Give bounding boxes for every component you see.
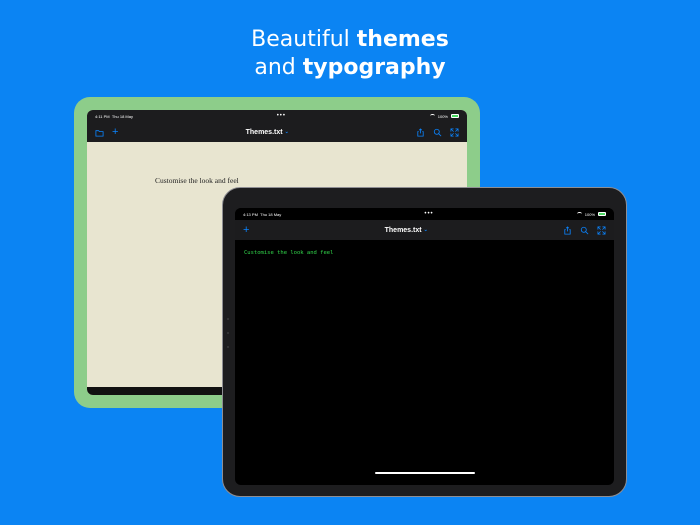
editor-toolbar: + Themes.txt ⌄ (235, 220, 614, 240)
toolbar-right (416, 127, 459, 137)
headline-text: and (254, 55, 303, 80)
document-title[interactable]: Themes.txt ⌄ (246, 129, 289, 136)
toolbar-left: + (95, 126, 118, 137)
front-ipad-device: 4:13 PM Thu 18 May ••• 100% + Themes.txt… (222, 187, 627, 497)
plus-icon[interactable]: + (243, 224, 249, 235)
front-ipad-screen: 4:13 PM Thu 18 May ••• 100% + Themes.txt… (235, 208, 614, 485)
status-date: Thu 18 May (260, 211, 282, 217)
share-icon[interactable] (416, 127, 425, 137)
fullscreen-icon[interactable] (450, 128, 459, 137)
status-bar: 4:13 PM Thu 18 May ••• 100% (235, 208, 614, 220)
status-right: 100% (576, 211, 606, 217)
toolbar-left: + (243, 224, 249, 235)
status-bar: 4:11 PM Thu 18 May ••• 100% (87, 110, 467, 122)
wifi-icon (576, 212, 582, 216)
fullscreen-icon[interactable] (597, 226, 606, 235)
plus-icon[interactable]: + (112, 126, 118, 137)
headline-line-1: Beautiful themes (0, 26, 700, 54)
folder-icon[interactable] (95, 128, 104, 137)
search-icon[interactable] (580, 226, 589, 235)
search-icon[interactable] (433, 128, 442, 137)
multitasking-dots[interactable]: ••• (424, 211, 433, 217)
share-icon[interactable] (563, 225, 572, 235)
battery-percent: 100% (584, 211, 595, 217)
headline-bold-typography: typography (302, 55, 446, 80)
status-date: Thu 18 May (111, 113, 133, 119)
document-body-text[interactable]: Customise the look and feel (244, 250, 333, 256)
status-time-date: 4:13 PM Thu 18 May (243, 212, 281, 217)
wifi-icon (429, 114, 435, 118)
headline: Beautiful themes and typography (0, 26, 700, 82)
headline-text: Beautiful (251, 27, 357, 52)
battery-icon (598, 212, 606, 216)
status-time-date: 4:11 PM Thu 18 May (95, 114, 133, 119)
editor-toolbar: + Themes.txt ⌄ (87, 122, 467, 142)
chevron-down-icon: ⌄ (423, 227, 428, 233)
document-title-text: Themes.txt (384, 226, 422, 234)
status-right: 100% (429, 113, 459, 119)
headline-line-2: and typography (0, 54, 700, 82)
home-indicator[interactable] (375, 472, 475, 474)
status-time: 4:11 PM (95, 113, 110, 119)
multitasking-dots[interactable]: ••• (277, 113, 286, 119)
document-title-text: Themes.txt (245, 128, 283, 136)
status-time: 4:13 PM (243, 211, 258, 217)
document-body-text[interactable]: Customise the look and feel (155, 176, 239, 185)
battery-percent: 100% (437, 113, 448, 119)
headline-bold-themes: themes (356, 27, 449, 52)
battery-icon (450, 114, 459, 118)
side-indicator (227, 318, 230, 358)
toolbar-right (563, 225, 606, 235)
document-title[interactable]: Themes.txt ⌄ (385, 227, 428, 234)
chevron-down-icon: ⌄ (284, 129, 289, 135)
